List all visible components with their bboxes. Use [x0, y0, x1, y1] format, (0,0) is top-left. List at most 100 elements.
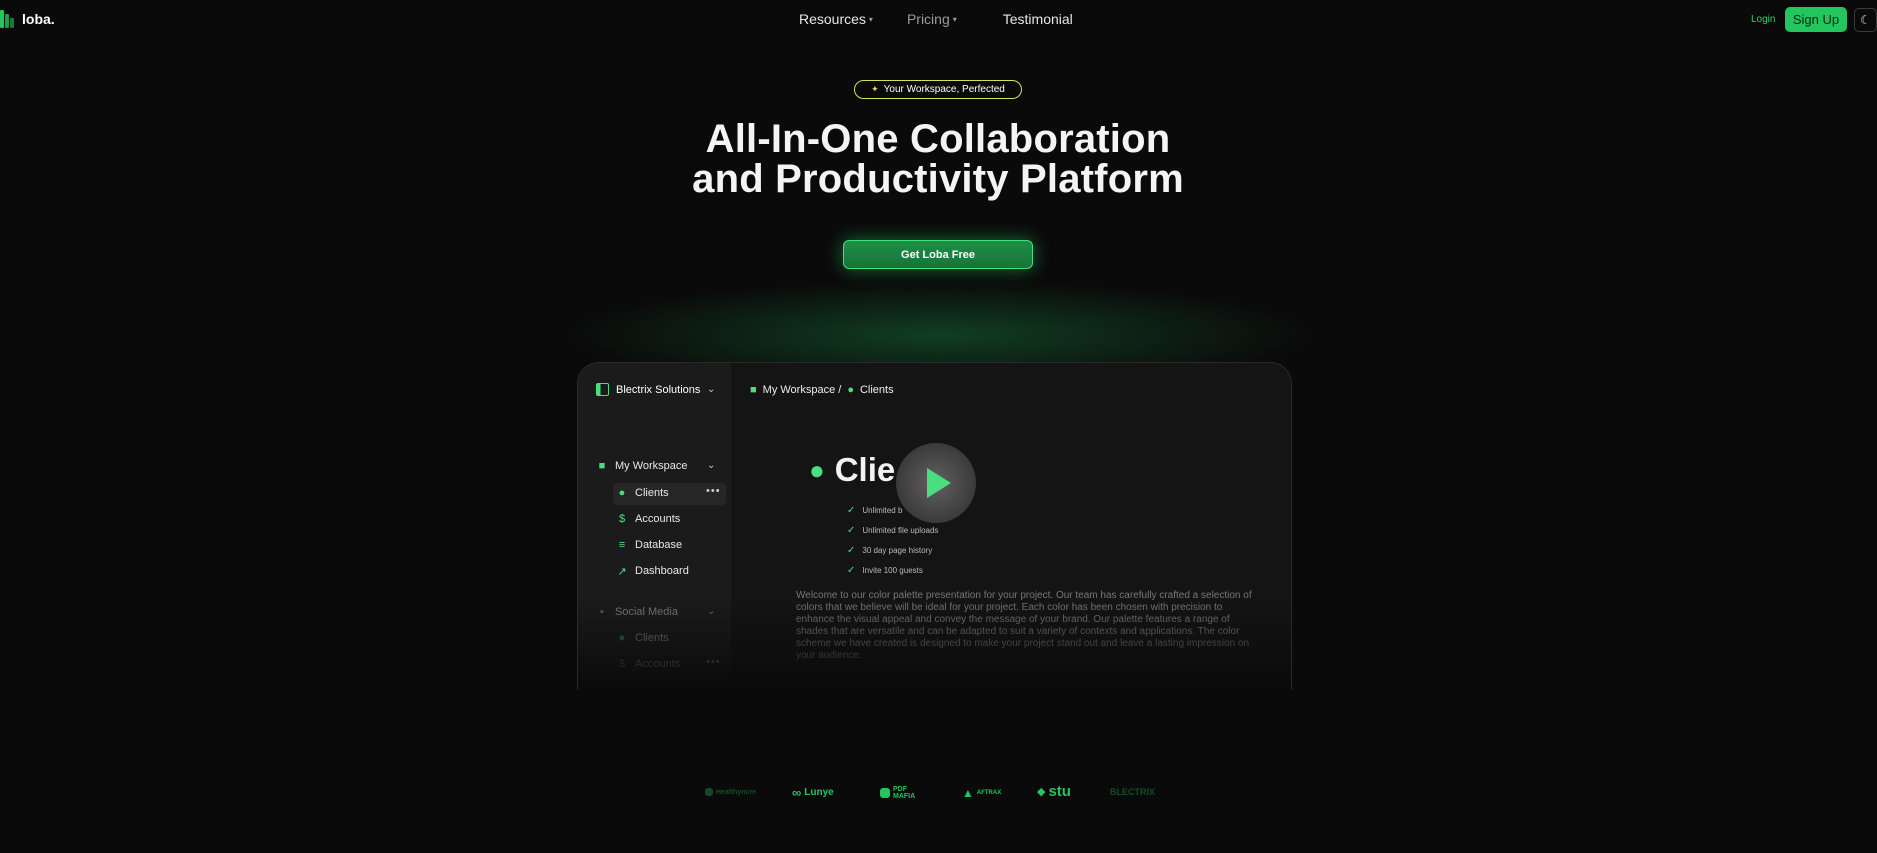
app-preview: Blectrix Solutions ⌄ ■ My Workspace ⌄ ● …: [577, 362, 1292, 690]
sidebar-group-social-media[interactable]: ▪ Social Media: [596, 606, 678, 618]
hero-title-line2: and Productivity Platform: [692, 157, 1184, 201]
nav-pricing-label: Pricing: [906, 11, 950, 27]
sidebar-item-clients[interactable]: ● Clients: [616, 487, 669, 499]
feature-text: 30 day page history: [862, 546, 933, 555]
chart-icon: ↗: [617, 565, 627, 578]
partner-logo: ∞ Lunye: [792, 785, 834, 800]
infinity-icon: ∞: [792, 785, 802, 800]
sidebar-item-database[interactable]: ≡ Database: [616, 539, 682, 551]
sparkle-icon: ✦: [871, 84, 879, 94]
hero-title-line1: All-In-One Collaboration: [705, 117, 1171, 161]
sidebar-item-dashboard[interactable]: ↗ Dashboard: [616, 565, 689, 578]
chevron-down-icon[interactable]: ⌄: [707, 606, 715, 617]
preview-main: ■ My Workspace / ● Clients ● Clie ✓ Unli…: [731, 363, 1291, 690]
feature-item: ✓ Invite 100 guests: [847, 565, 923, 576]
theme-toggle-button[interactable]: ☾: [1854, 8, 1877, 32]
user-icon: ●: [809, 454, 825, 485]
partner-name: PDF MAFIA: [893, 786, 916, 800]
chevron-down-icon[interactable]: ⌄: [707, 460, 715, 471]
sidebar-item-label: Dashboard: [635, 565, 689, 577]
check-icon: ✓: [847, 505, 856, 516]
more-icon[interactable]: •••: [706, 485, 721, 497]
sidebar-item-label: Accounts: [635, 658, 681, 670]
workspace-logo-icon: [596, 383, 609, 396]
hero-badge: ✦ Your Workspace, Perfected: [854, 80, 1022, 99]
logo[interactable]: loba.: [0, 10, 55, 28]
nav-resources-label: Resources: [799, 11, 866, 27]
partner-logo: ◆ stu: [1037, 783, 1071, 800]
partner-logos: Healthyncre ∞ Lunye PDF MAFIA ▲ AFTRAX ◆…: [700, 783, 1200, 803]
description-paragraph: Welcome to our color palette presentatio…: [796, 590, 1252, 661]
check-icon: ✓: [847, 545, 856, 556]
home-icon: ■: [598, 460, 606, 472]
nav-resources[interactable]: Resources ▾: [799, 11, 873, 27]
sidebar-item-label: Accounts: [635, 513, 681, 525]
feature-text: Unlimited b: [862, 506, 903, 515]
sidebar-item-clients[interactable]: ● Clients: [616, 632, 669, 644]
feature-item: ✓ Unlimited file uploads: [847, 525, 938, 536]
login-link[interactable]: Login: [1751, 14, 1775, 25]
feature-text: Unlimited file uploads: [862, 526, 939, 535]
hero-title: All-In-One Collaboration and Productivit…: [638, 119, 1238, 199]
breadcrumb-clients[interactable]: Clients: [860, 384, 894, 396]
chevron-down-icon[interactable]: ⌄: [707, 384, 715, 395]
sidebar-item-label: Database: [635, 539, 683, 551]
chevron-down-icon: ▾: [952, 14, 957, 24]
more-icon[interactable]: •••: [706, 656, 721, 668]
partner-name: AFTRAX: [976, 790, 1002, 796]
partner-logo: BLECTRIX: [1110, 787, 1155, 797]
database-icon: ≡: [618, 539, 626, 551]
page: loba. Resources ▾ Pricing ▾ Testimonial …: [0, 0, 1877, 853]
nav-links: Resources ▾ Pricing ▾ Testimonial: [799, 11, 1073, 27]
check-icon: ✓: [847, 525, 856, 536]
play-icon: [927, 468, 951, 498]
partner-name: Healthyncre: [716, 788, 757, 796]
top-nav: loba. Resources ▾ Pricing ▾ Testimonial …: [0, 0, 1877, 40]
page-title: ● Clie: [809, 451, 895, 489]
play-video-button[interactable]: [896, 443, 976, 523]
nav-testimonial-label: Testimonial: [1002, 11, 1073, 27]
sidebar-item-accounts[interactable]: $ Accounts: [616, 658, 680, 670]
feature-item: ✓ 30 day page history: [847, 545, 932, 556]
dollar-icon: $: [618, 513, 626, 525]
partner-name: BLECTRIX: [1110, 787, 1155, 797]
moon-icon: ☾: [1860, 13, 1871, 27]
nav-pricing[interactable]: Pricing ▾: [907, 11, 957, 27]
chat-icon: ▪: [600, 606, 604, 618]
sidebar-item-label: Clients: [635, 632, 669, 644]
feature-item: ✓ Unlimited b: [847, 505, 902, 516]
partner-logo: Healthyncre: [705, 788, 756, 796]
chevron-down-icon: ▾: [868, 14, 873, 24]
workspace-name: Blectrix Solutions: [616, 383, 701, 396]
partner-mark-icon: [705, 788, 713, 796]
sidebar-group-my-workspace[interactable]: ■ My Workspace: [596, 460, 688, 472]
nav-testimonial[interactable]: Testimonial: [1003, 11, 1073, 27]
partner-logo: ▲ AFTRAX: [962, 786, 1001, 800]
hero-badge-text: Your Workspace, Perfected: [883, 84, 1005, 95]
dollar-icon: $: [618, 658, 626, 670]
user-icon: ●: [618, 632, 626, 644]
partner-mark-icon: [880, 788, 890, 798]
check-icon: ✓: [847, 565, 856, 576]
sidebar-group-label: My Workspace: [615, 460, 688, 472]
partner-name: Lunye: [804, 787, 834, 798]
workspace-switcher[interactable]: Blectrix Solutions: [596, 383, 700, 396]
brand-name: loba.: [22, 11, 55, 27]
user-icon: ●: [618, 487, 626, 499]
feature-text: Invite 100 guests: [862, 566, 923, 575]
breadcrumb: ■ My Workspace / ● Clients: [750, 384, 894, 396]
drop-icon: ◆: [1037, 786, 1046, 798]
triangle-icon: ▲: [962, 786, 974, 800]
sidebar-group-label: Social Media: [615, 606, 678, 618]
sidebar-item-label: Clients: [635, 487, 669, 499]
partner-name: stu: [1048, 783, 1071, 800]
user-icon: ●: [847, 384, 854, 396]
preview-sidebar: Blectrix Solutions ⌄ ■ My Workspace ⌄ ● …: [578, 363, 731, 690]
get-loba-free-button[interactable]: Get Loba Free: [843, 240, 1033, 269]
home-icon: ■: [750, 384, 757, 396]
partner-logo: PDF MAFIA: [880, 786, 927, 800]
sidebar-item-accounts[interactable]: $ Accounts: [616, 513, 680, 525]
signup-button[interactable]: Sign Up: [1785, 7, 1847, 32]
logo-icon: [0, 10, 16, 28]
breadcrumb-workspace[interactable]: My Workspace /: [763, 384, 842, 396]
